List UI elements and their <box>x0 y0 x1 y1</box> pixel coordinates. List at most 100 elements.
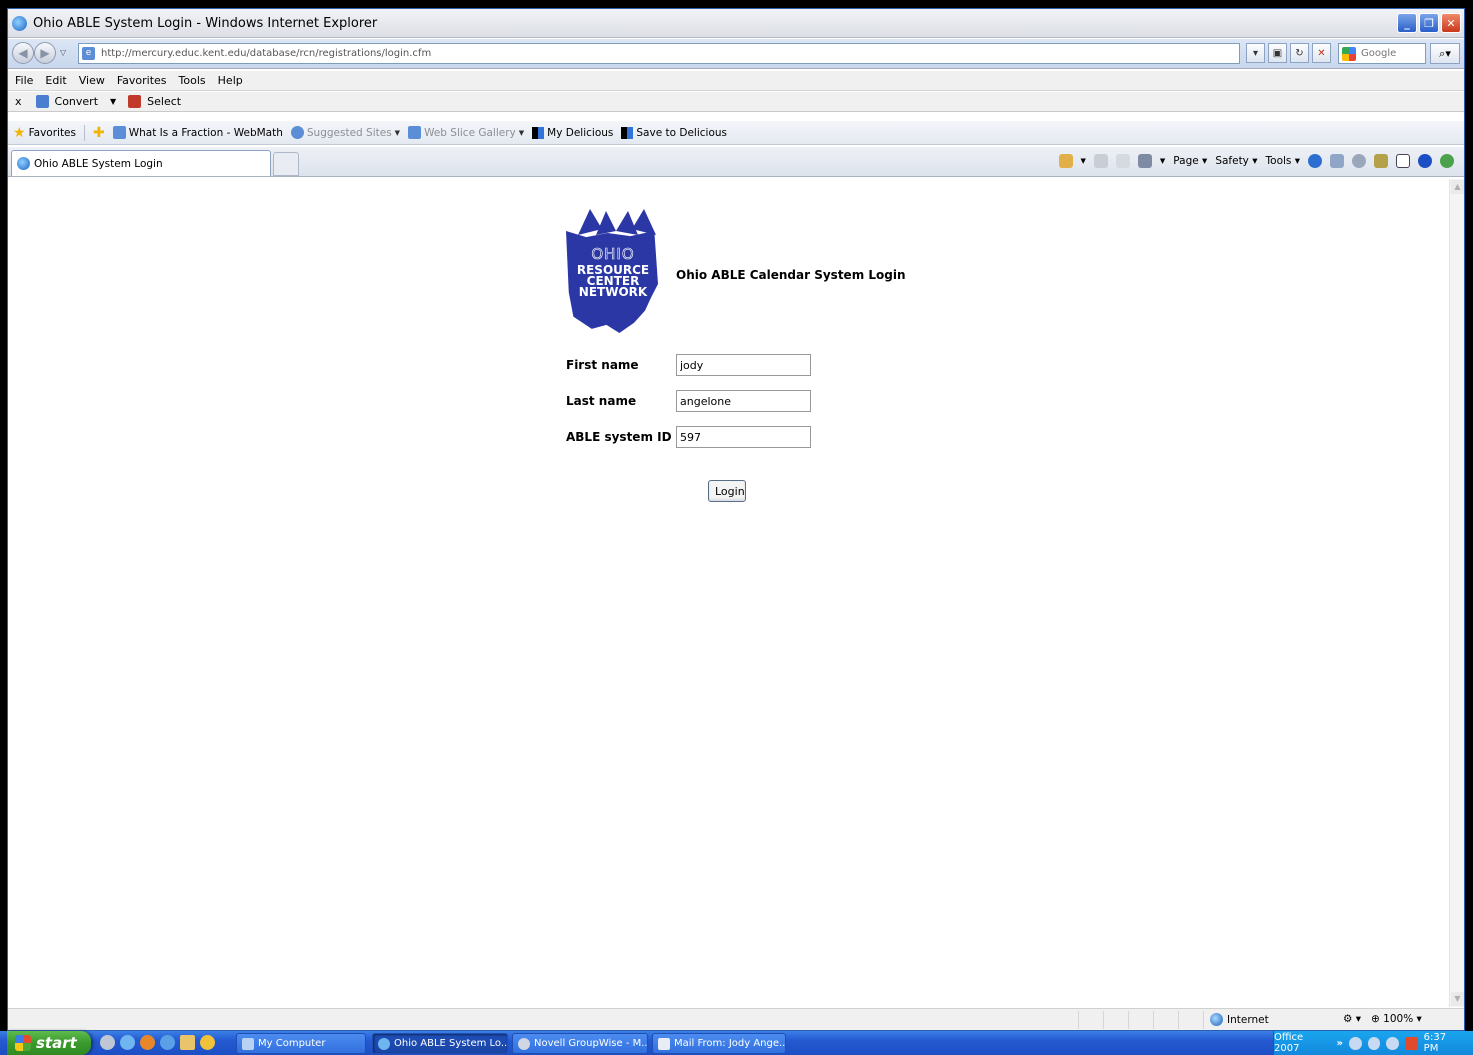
tray-expand-icon[interactable]: » <box>1336 1038 1342 1049</box>
ie-icon[interactable] <box>160 1035 175 1050</box>
page-icon <box>408 126 422 139</box>
read-mail-icon[interactable] <box>1115 154 1130 168</box>
favorite-save-to-delicious[interactable]: Save to Delicious <box>621 126 727 139</box>
vertical-scrollbar[interactable]: ▲ ▼ <box>1449 179 1464 1007</box>
convert-button[interactable]: Convert <box>55 95 99 108</box>
security-zone[interactable]: Internet <box>1210 1013 1269 1026</box>
favorite-suggested-sites[interactable]: Suggested Sites ▼ <box>290 126 401 139</box>
print-icon[interactable] <box>1137 154 1152 168</box>
system-tray: Office 2007 » 6:37 PM <box>1273 1031 1473 1055</box>
protected-mode-icon[interactable]: ⚙ ▾ <box>1343 1013 1361 1025</box>
menu-help[interactable]: Help <box>218 74 243 87</box>
ie-icon <box>290 126 304 139</box>
tray-toolbar-label[interactable]: Office 2007 <box>1274 1032 1330 1054</box>
convert-dropdown-icon[interactable]: ▼ <box>110 97 116 106</box>
zoom-control[interactable]: ⚙ ▾ ⊕ 100% ▾ <box>1343 1013 1422 1025</box>
print-dropdown-icon[interactable]: ▼ <box>1160 157 1165 165</box>
address-input[interactable] <box>99 45 1199 62</box>
messenger-icon[interactable] <box>200 1035 215 1050</box>
computer-icon <box>242 1037 254 1050</box>
address-dropdown-icon[interactable]: ▾ <box>1246 43 1265 63</box>
minimize-button[interactable]: _ <box>1397 13 1417 33</box>
menu-view[interactable]: View <box>79 74 105 87</box>
taskbar: start My Computer Ohio ABLE System Lo...… <box>0 1031 1473 1055</box>
search-input[interactable] <box>1359 46 1423 61</box>
quick-launch <box>100 1035 215 1050</box>
toolbar-addon-icon[interactable] <box>1374 154 1388 168</box>
recent-pages-dropdown[interactable]: ▽ <box>60 48 66 57</box>
menu-bar: File Edit View Favorites Tools Help <box>8 71 1464 91</box>
refresh-icon[interactable]: ↻ <box>1290 43 1309 63</box>
start-button[interactable]: start <box>7 1031 91 1055</box>
search-icon[interactable]: ⌕▾ <box>1430 43 1460 64</box>
chevron-down-icon: ▼ <box>394 128 401 137</box>
favorite-my-delicious[interactable]: My Delicious <box>532 126 613 139</box>
page-content: OHIO RESOURCE CENTER NETWORK Ohio ABLE C… <box>8 179 1448 1007</box>
onenote-icon[interactable] <box>1352 154 1366 168</box>
back-button[interactable]: ◀ <box>12 42 34 64</box>
menu-file[interactable]: File <box>15 74 33 87</box>
status-divider <box>1153 1011 1154 1029</box>
task-ohio-able-login[interactable]: Ohio ABLE System Lo... <box>372 1033 508 1054</box>
safety-menu[interactable]: Safety ▾ <box>1215 155 1257 167</box>
research-icon[interactable] <box>1330 154 1344 168</box>
task-my-computer[interactable]: My Computer <box>236 1033 366 1054</box>
pdf-convert-icon <box>35 95 49 108</box>
forward-button[interactable]: ▶ <box>34 42 56 64</box>
ie-icon[interactable] <box>120 1035 135 1050</box>
add-favorite-icon[interactable]: ✚ <box>93 125 105 141</box>
home-dropdown-icon[interactable]: ▼ <box>1081 157 1086 165</box>
menu-favorites[interactable]: Favorites <box>117 74 167 87</box>
new-tab-button[interactable] <box>273 152 299 176</box>
windows-flag-icon <box>15 1035 31 1051</box>
messenger-icon[interactable] <box>1440 154 1454 168</box>
task-mail[interactable]: Mail From: Jody Ange... <box>652 1033 786 1054</box>
google-icon <box>1342 47 1356 61</box>
tray-app-icon[interactable] <box>1348 1036 1362 1050</box>
tray-security-icon[interactable] <box>1386 1036 1399 1050</box>
page-title: Ohio ABLE Calendar System Login <box>676 268 906 282</box>
paint-icon[interactable] <box>180 1035 195 1050</box>
toolbar-close-button[interactable]: x <box>15 95 22 108</box>
close-button[interactable]: ✕ <box>1441 13 1461 33</box>
scroll-down-icon[interactable]: ▼ <box>1451 992 1464 1006</box>
tray-network-icon[interactable] <box>1367 1036 1381 1050</box>
feeds-icon[interactable] <box>1093 154 1108 168</box>
convert-toolbar: x Convert ▼ Select <box>8 92 1464 112</box>
home-icon[interactable] <box>1058 154 1073 168</box>
select-button[interactable]: Select <box>147 95 181 108</box>
system-id-input[interactable] <box>676 426 811 448</box>
favorite-link-webmath[interactable]: What Is a Fraction - WebMath <box>112 126 283 139</box>
tools-menu[interactable]: Tools ▾ <box>1266 155 1300 167</box>
clock[interactable]: 6:37 PM <box>1424 1032 1463 1054</box>
favorites-button[interactable]: ★ Favorites <box>13 125 76 141</box>
bluetooth-icon[interactable] <box>1418 154 1432 168</box>
zoom-level[interactable]: ⊕ 100% ▾ <box>1371 1013 1422 1025</box>
search-box[interactable] <box>1338 43 1426 64</box>
compatibility-view-icon[interactable]: ▣ <box>1268 43 1287 63</box>
task-groupwise[interactable]: Novell GroupWise - M... <box>512 1033 648 1054</box>
status-divider <box>1178 1011 1179 1029</box>
help-icon[interactable] <box>1308 154 1322 168</box>
scroll-up-icon[interactable]: ▲ <box>1451 180 1464 194</box>
addon-box-icon[interactable] <box>1396 154 1410 168</box>
logo-ohio-text: OHIO <box>591 245 635 264</box>
login-button[interactable]: Login <box>708 480 746 502</box>
groupwise-icon[interactable] <box>100 1035 115 1050</box>
address-bar[interactable]: e <box>78 43 1240 64</box>
first-name-input[interactable] <box>676 354 811 376</box>
star-icon: ★ <box>13 124 26 141</box>
firefox-icon[interactable] <box>140 1035 155 1050</box>
tray-alert-icon[interactable] <box>1404 1036 1418 1050</box>
restore-button[interactable]: ❐ <box>1419 13 1439 33</box>
chevron-down-icon: ▼ <box>518 128 525 137</box>
page-menu[interactable]: Page ▾ <box>1173 155 1207 167</box>
last-name-input[interactable] <box>676 390 811 412</box>
menu-edit[interactable]: Edit <box>45 74 66 87</box>
tab-ohio-able-login[interactable]: Ohio ABLE System Login <box>11 150 271 176</box>
favorite-web-slice-gallery[interactable]: Web Slice Gallery ▼ <box>408 126 524 139</box>
menu-tools[interactable]: Tools <box>179 74 206 87</box>
status-divider <box>1203 1011 1204 1029</box>
page-icon <box>112 126 126 139</box>
stop-icon[interactable]: ✕ <box>1312 43 1331 63</box>
